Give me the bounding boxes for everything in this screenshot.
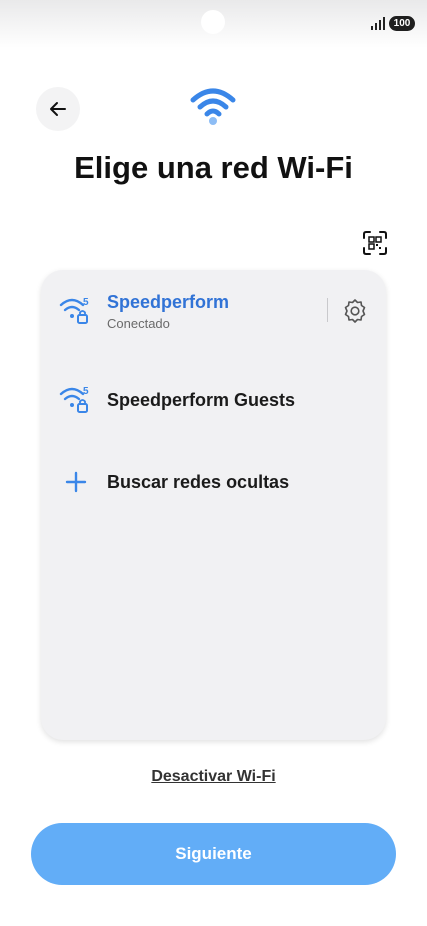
disable-wifi-link[interactable]: Desactivar Wi-Fi: [0, 768, 427, 786]
network-name: Speedperform: [107, 291, 230, 312]
network-settings-button[interactable]: [340, 296, 370, 326]
signal-bars-icon: [371, 17, 385, 30]
page-title: Elige una red Wi-Fi: [74, 150, 353, 185]
wifi-icon: [190, 88, 236, 125]
qr-scan-icon: [363, 231, 387, 255]
network-name: Speedperform Guests: [107, 389, 296, 410]
network-list-card: 5 Speedperform Conectado 5 Speedperform …: [41, 270, 386, 740]
svg-text:5: 5: [83, 297, 89, 308]
svg-text:5: 5: [83, 386, 89, 397]
qr-scan-button[interactable]: [361, 229, 389, 257]
next-button[interactable]: Siguiente: [31, 823, 396, 885]
search-hidden-networks[interactable]: Buscar redes ocultas: [41, 464, 386, 500]
network-item-speedperform[interactable]: 5 Speedperform Conectado: [41, 290, 386, 332]
wifi-5ghz-lock-icon: 5: [59, 383, 93, 417]
row-divider: [327, 298, 328, 322]
gear-icon: [344, 299, 366, 323]
back-button[interactable]: [36, 87, 80, 131]
plus-icon: [59, 465, 93, 499]
arrow-left-icon: [50, 102, 66, 116]
status-bar: 100: [0, 0, 427, 48]
network-item-speedperform-guests[interactable]: 5 Speedperform Guests: [41, 382, 386, 418]
hidden-networks-label: Buscar redes ocultas: [107, 471, 290, 492]
network-status: Conectado: [107, 315, 170, 331]
battery-indicator: 100: [389, 16, 415, 31]
camera-cutout: [201, 10, 225, 34]
wifi-5ghz-lock-icon: 5: [59, 294, 93, 328]
